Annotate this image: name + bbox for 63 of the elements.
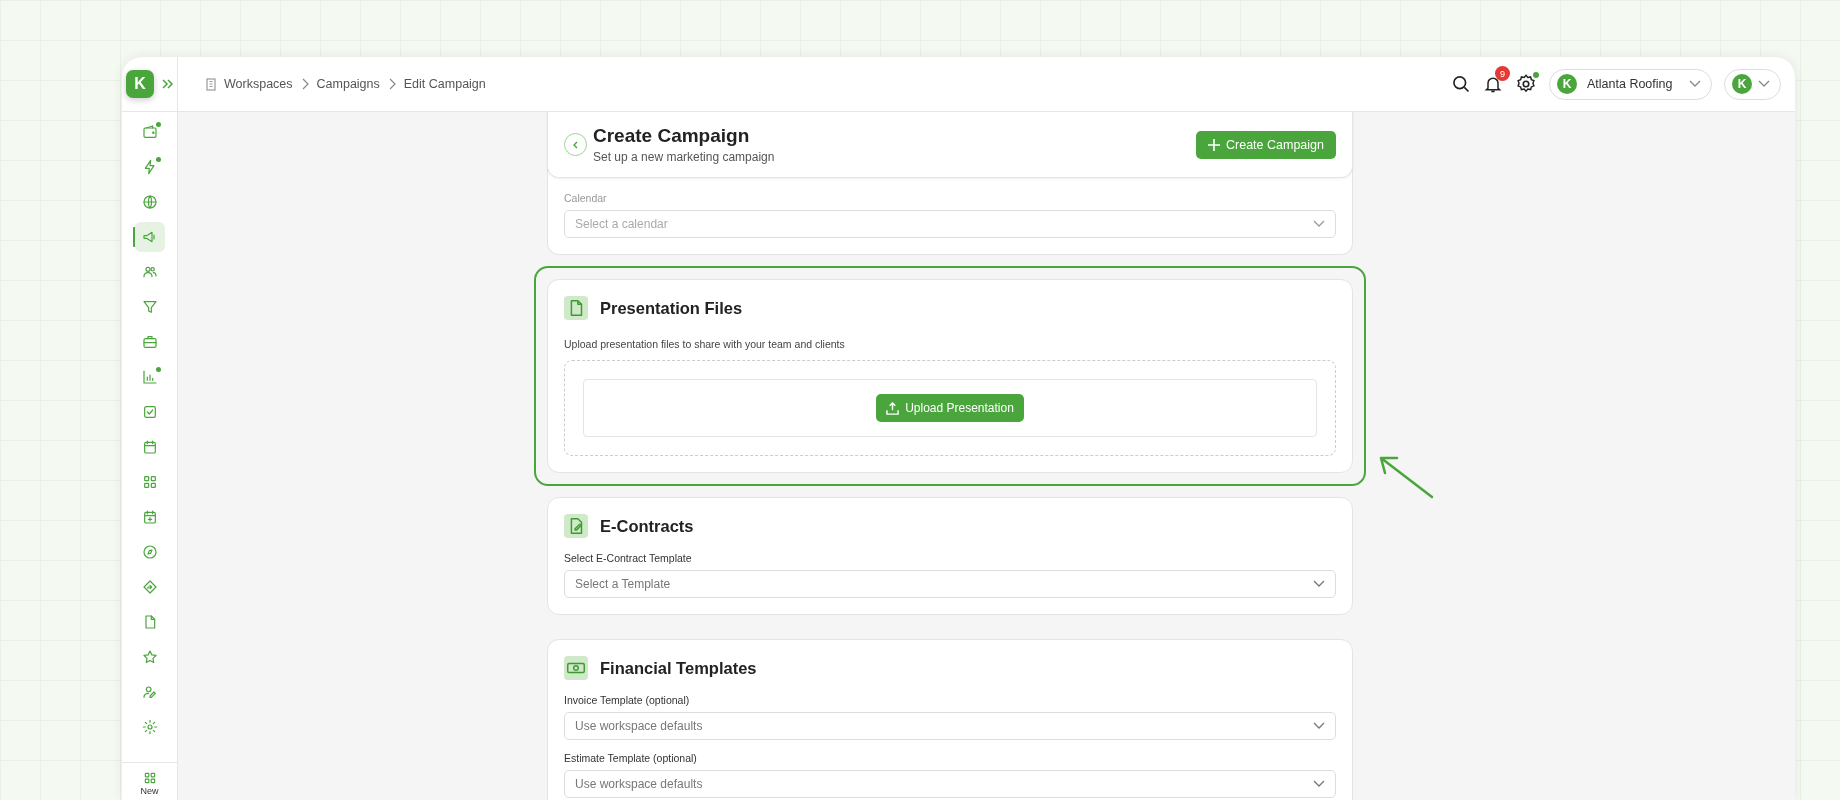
field-label: Select E-Contract Template [564, 552, 693, 564]
calendar-select[interactable]: Select a calendar [564, 210, 1336, 238]
chevron-icon [300, 78, 309, 90]
chart-icon [141, 369, 158, 385]
template-select[interactable]: Select a Template [564, 570, 1336, 598]
new-button[interactable]: New [122, 762, 177, 800]
upload-button[interactable]: Upload Presentation [876, 394, 1024, 422]
building-icon [206, 77, 216, 91]
compass-icon [141, 544, 158, 560]
section-title: Financial Templates [600, 658, 757, 678]
users-icon [141, 264, 158, 280]
new-label: New [140, 786, 159, 796]
checkbox-icon [141, 404, 158, 420]
upload-icon [886, 401, 900, 415]
section-icon [564, 296, 588, 320]
template-select[interactable]: Use workspace defaults [564, 712, 1336, 740]
organization-select[interactable]: K Atlanta Roofing [1549, 68, 1712, 100]
section-description: Upload presentation files to share with your team and clients [564, 338, 846, 350]
chevron-down-icon [1313, 220, 1325, 228]
expand-icon[interactable] [162, 79, 174, 89]
section-title: Presentation Files [600, 298, 743, 318]
chevron-icon [387, 78, 396, 90]
page-subtitle: Set up a new marketing campaign [593, 150, 776, 164]
grid-icon [142, 771, 157, 785]
breadcrumb-link[interactable]: Campaigns [316, 77, 380, 91]
megaphone-icon [141, 229, 158, 245]
settings-icon[interactable] [1515, 73, 1537, 95]
wallet-icon [141, 124, 158, 140]
breadcrumb-link[interactable]: Workspaces [224, 77, 293, 91]
template-select[interactable]: Use workspace defaults [564, 770, 1336, 798]
chevron-down-icon [1758, 80, 1770, 88]
section-icon [564, 514, 588, 538]
field-label: Estimate Template (optional) [564, 752, 698, 764]
account-menu[interactable]: K [1724, 68, 1781, 100]
field-label: Invoice Template (optional) [564, 694, 691, 706]
back-button[interactable] [564, 133, 587, 156]
filter-icon [141, 299, 158, 315]
chevron-down-icon [1313, 780, 1325, 788]
user-edit-icon [141, 684, 158, 700]
calendar-plus-icon [141, 509, 158, 525]
chevron-down-icon [1313, 580, 1325, 588]
route-icon [141, 579, 158, 595]
chevron-left-icon [571, 140, 580, 149]
chevron-down-icon [1689, 80, 1701, 88]
calendar-icon [141, 439, 158, 455]
globe-icon [141, 194, 158, 210]
breadcrumb-link[interactable]: Edit Campaign [403, 77, 486, 91]
logo[interactable]: K [126, 70, 154, 98]
sidebar-item[interactable] [134, 222, 165, 252]
drop-zone[interactable]: Upload Presentation [564, 360, 1336, 456]
plus-icon [1208, 138, 1221, 151]
field-label: Calendar [564, 192, 608, 204]
briefcase-icon [141, 334, 158, 350]
section-title: E-Contracts [600, 516, 694, 536]
section-icon [564, 656, 588, 680]
page-title: Create Campaign [593, 125, 751, 147]
arrow-icon [1378, 455, 1434, 499]
notification-badge: 9 [1495, 66, 1510, 81]
grid-icon [141, 474, 158, 490]
create-campaign-button[interactable]: Create Campaign [1196, 130, 1336, 159]
chevron-down-icon [1313, 722, 1325, 730]
star-icon [141, 649, 158, 665]
search-icon[interactable] [1451, 74, 1471, 94]
